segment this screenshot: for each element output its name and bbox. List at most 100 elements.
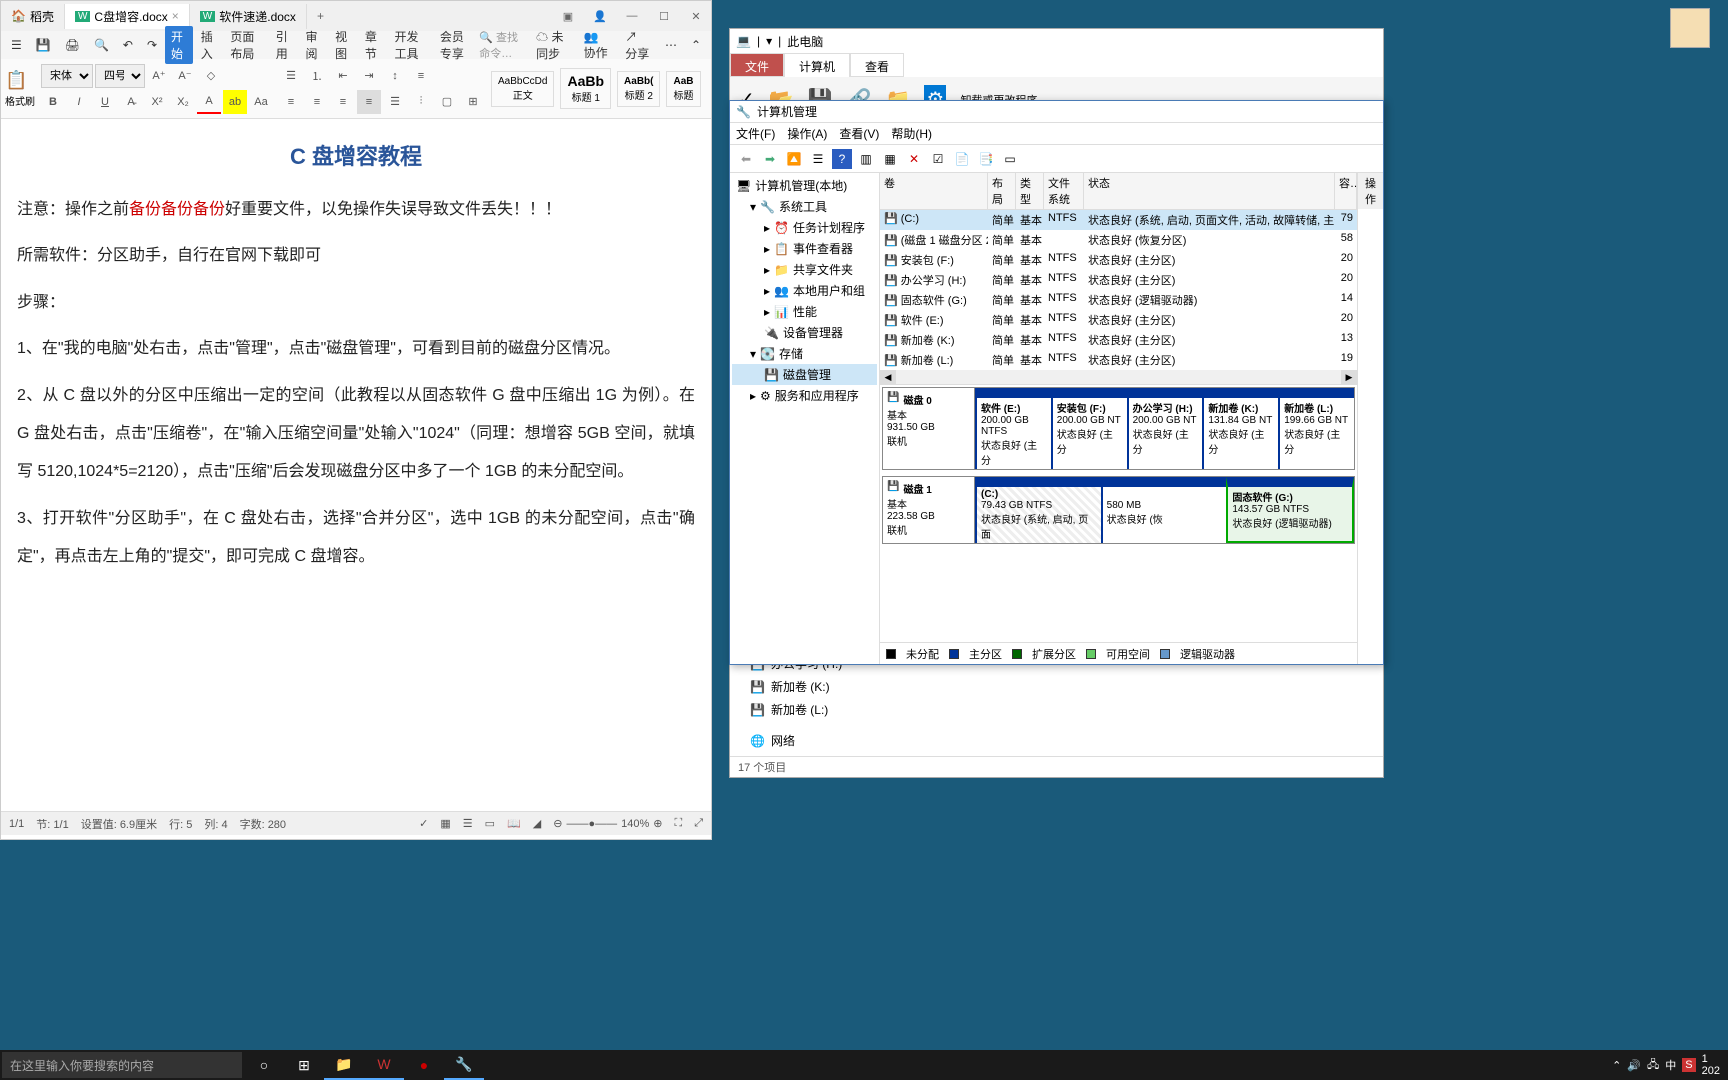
- action2-icon[interactable]: 📑: [976, 149, 996, 169]
- sidebar-item-k[interactable]: 💾新加卷 (K:): [750, 675, 1363, 698]
- wps-tab-doc2[interactable]: W软件速递.docx: [190, 4, 307, 29]
- close-button[interactable]: ✕: [681, 4, 711, 28]
- disk-1-info[interactable]: 💾磁盘 1 基本 223.58 GB 联机: [883, 477, 975, 543]
- view4-icon[interactable]: ▦: [880, 149, 900, 169]
- view-print-icon[interactable]: ▦: [440, 817, 450, 830]
- maximize-button[interactable]: ☐: [649, 4, 679, 28]
- view-focus-icon[interactable]: ◢: [533, 817, 541, 830]
- justify-button[interactable]: ≡: [357, 90, 381, 114]
- decrease-font-icon[interactable]: A⁻: [173, 64, 197, 88]
- cortana-icon[interactable]: ○: [244, 1050, 284, 1080]
- page-status[interactable]: 1/1: [9, 818, 24, 830]
- style-h1[interactable]: AaBb标题 1: [560, 68, 611, 109]
- volume-row[interactable]: 💾 (磁盘 1 磁盘分区 2)简单基本状态良好 (恢复分区)58: [880, 230, 1357, 250]
- network-tray-icon[interactable]: 🖧: [1647, 1056, 1659, 1075]
- down-icon[interactable]: ▾: [766, 34, 772, 48]
- tab-insert[interactable]: 插入: [195, 26, 223, 64]
- clock[interactable]: 1202: [1702, 1053, 1720, 1077]
- volume-row[interactable]: 💾 (C:)简单基本NTFS状态良好 (系统, 启动, 页面文件, 活动, 故障…: [880, 210, 1357, 230]
- font-select[interactable]: 宋体: [41, 64, 93, 88]
- app-icon[interactable]: ▣: [553, 4, 583, 28]
- collapse-icon[interactable]: ⌃: [685, 36, 707, 54]
- menu-help[interactable]: 帮助(H): [891, 125, 932, 142]
- indent-button[interactable]: ⇥: [357, 64, 381, 88]
- numbering-button[interactable]: ⒈: [305, 64, 329, 88]
- back-icon[interactable]: ⬅: [736, 149, 756, 169]
- zoom-in-button[interactable]: ⊕: [653, 817, 662, 830]
- ime-icon[interactable]: 中: [1665, 1057, 1676, 1073]
- taskview-icon[interactable]: ⊞: [284, 1050, 324, 1080]
- close-icon[interactable]: ×: [172, 9, 179, 23]
- strike-button[interactable]: A̵: [119, 90, 143, 114]
- horizontal-scrollbar[interactable]: ◀ ▶: [880, 370, 1357, 384]
- view-outline-icon[interactable]: ☰: [463, 817, 473, 830]
- action1-icon[interactable]: 📄: [952, 149, 972, 169]
- sync-button[interactable]: ☁ 未同步: [530, 26, 576, 64]
- font-color-button[interactable]: A: [197, 90, 221, 114]
- menu-action[interactable]: 操作(A): [787, 125, 827, 142]
- spacing-button[interactable]: ⫶: [409, 90, 433, 114]
- taskbar-search[interactable]: 在这里输入你要搜索的内容: [2, 1052, 242, 1078]
- help2-icon[interactable]: ?: [832, 149, 852, 169]
- words-status[interactable]: 字数: 280: [240, 816, 286, 832]
- tree-services[interactable]: ▸⚙服务和应用程序: [732, 385, 877, 406]
- increase-font-icon[interactable]: A⁺: [147, 64, 171, 88]
- volume-row[interactable]: 💾 固态软件 (G:)简单基本NTFS状态良好 (逻辑驱动器)14: [880, 290, 1357, 310]
- tab-section[interactable]: 章节: [359, 26, 387, 64]
- command-search[interactable]: 🔍 查找命令…: [479, 29, 526, 61]
- disk-partition[interactable]: 固态软件 (G:)143.57 GB NTFS状态良好 (逻辑驱动器): [1226, 477, 1354, 543]
- fullscreen-icon[interactable]: ⤢: [694, 817, 703, 830]
- share-button[interactable]: ↗ 分享: [619, 26, 657, 64]
- scroll-left-icon[interactable]: ◀: [880, 370, 896, 384]
- tab-view[interactable]: 查看: [850, 53, 904, 77]
- volume-row[interactable]: 💾 新加卷 (K:)简单基本NTFS状态良好 (主分区)13: [880, 330, 1357, 350]
- preview-icon[interactable]: 🔍: [88, 36, 115, 54]
- tab-review[interactable]: 审阅: [299, 26, 327, 64]
- tab-ref[interactable]: 引用: [270, 26, 298, 64]
- disk-partition[interactable]: 安装包 (F:)200.00 GB NT状态良好 (主分: [1051, 388, 1127, 469]
- tree-events[interactable]: ▸📋事件查看器: [732, 238, 877, 259]
- disk-partition[interactable]: 办公学习 (H:)200.00 GB NT状态良好 (主分: [1127, 388, 1203, 469]
- tab-file[interactable]: 文件: [730, 53, 784, 77]
- action3-icon[interactable]: ▭: [1000, 149, 1020, 169]
- menu-view[interactable]: 查看(V): [839, 125, 879, 142]
- view-read-icon[interactable]: 📖: [507, 817, 521, 830]
- style-normal[interactable]: AaBbCcDd正文: [491, 71, 554, 107]
- sort-button[interactable]: ↕: [383, 64, 407, 88]
- undo-icon[interactable]: ↶: [117, 36, 139, 54]
- view2-icon[interactable]: ☰: [808, 149, 828, 169]
- up-icon[interactable]: 🔼: [784, 149, 804, 169]
- save-icon[interactable]: 💾: [30, 36, 57, 54]
- underline-button[interactable]: U: [93, 90, 117, 114]
- tray-expand-icon[interactable]: ⌃: [1612, 1059, 1621, 1072]
- tree-systools[interactable]: ▾🔧系统工具: [732, 196, 877, 217]
- outdent-button[interactable]: ⇤: [331, 64, 355, 88]
- bullets-button[interactable]: ☰: [279, 64, 303, 88]
- tree-scheduler[interactable]: ▸⏰任务计划程序: [732, 217, 877, 238]
- tree-users[interactable]: ▸👥本地用户和组: [732, 280, 877, 301]
- tree-device[interactable]: 🔌设备管理器: [732, 322, 877, 343]
- shading-button[interactable]: ▢: [435, 90, 459, 114]
- tab-computer[interactable]: 计算机: [784, 53, 850, 77]
- sidebar-item-network[interactable]: 🌐网络: [750, 729, 1363, 752]
- tree-perf[interactable]: ▸📊性能: [732, 301, 877, 322]
- style-h3[interactable]: AaB标题: [666, 71, 700, 107]
- bold-button[interactable]: B: [41, 90, 65, 114]
- document-body[interactable]: C 盘增容教程 注意：操作之前备份备份备份好重要文件，以免操作失误导致文件丢失！…: [1, 119, 711, 811]
- more-icon[interactable]: ⋯: [659, 36, 683, 54]
- volume-row[interactable]: 💾 新加卷 (L:)简单基本NTFS状态良好 (主分区)19: [880, 350, 1357, 370]
- line-spacing-button[interactable]: ≡: [409, 64, 433, 88]
- scroll-right-icon[interactable]: ▶: [1341, 370, 1357, 384]
- tab-layout[interactable]: 页面布局: [224, 26, 267, 64]
- record-task-icon[interactable]: ●: [404, 1050, 444, 1080]
- tree-shared[interactable]: ▸📁共享文件夹: [732, 259, 877, 280]
- disk-partition[interactable]: 软件 (E:)200.00 GB NTFS状态良好 (主分: [975, 388, 1051, 469]
- menu-file[interactable]: 文件(F): [736, 125, 775, 142]
- align-right-button[interactable]: ≡: [331, 90, 355, 114]
- wps-tab-home[interactable]: 🏠稻壳: [1, 4, 65, 29]
- col-name[interactable]: 卷: [880, 173, 988, 209]
- prop-icon[interactable]: ☑: [928, 149, 948, 169]
- distribute-button[interactable]: ☰: [383, 90, 407, 114]
- view3-icon[interactable]: ▥: [856, 149, 876, 169]
- spell-icon[interactable]: ✓: [419, 817, 428, 830]
